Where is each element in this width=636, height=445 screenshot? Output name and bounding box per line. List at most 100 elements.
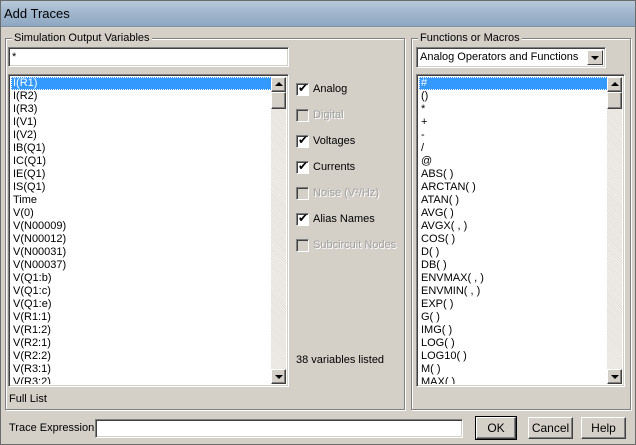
variable-count: 38 variables listed [296,354,385,366]
functions-scroll-up-button[interactable] [607,77,622,92]
variable-list-item[interactable]: V(N00037) [11,259,272,272]
variable-list-item[interactable]: IC(Q1) [11,155,272,168]
functions-listbox[interactable]: #() * + - / @ ABS( ) ARCTAN( ) ATAN( ) AVG( ) AVGX… [416,74,625,387]
function-list-item[interactable]: @ [419,155,608,168]
filter-checkbox[interactable]: ✔ [296,81,309,96]
variable-list-item[interactable]: V(Q1:b) [11,272,272,285]
filter-checkbox [296,108,309,122]
variables-scroll-down-button[interactable] [271,369,286,384]
variable-filter-box [8,47,289,67]
function-list-item[interactable]: COS( ) [419,233,608,246]
function-list-item[interactable]: M( ) [419,363,608,376]
function-list-item[interactable]: ARCTAN( ) [419,181,608,194]
variables-scroll-thumb[interactable] [271,92,286,109]
function-list-item[interactable]: IMG( ) [419,324,608,337]
filter-label: Subcircuit Nodes [313,239,397,251]
dialog-client: Simulation Output Variables I(R1)I(R2)I(… [1,28,635,444]
function-list-item[interactable]: ENVMAX( , ) [419,272,608,285]
arrow-up-icon [611,82,619,86]
functions-list[interactable]: #() * + - / @ ABS( ) ARCTAN( ) ATAN( ) AVG( ) AVGX… [419,77,608,384]
variable-list-item[interactable]: V(R1:1) [11,311,272,324]
output-variables-group-label: Simulation Output Variables [12,32,152,45]
variable-list-item[interactable]: I(V2) [11,129,272,142]
filter-checkbox [296,186,309,200]
variable-list-item[interactable]: V(R3:1) [11,363,272,376]
variable-list-item[interactable]: V(Q1:e) [11,298,272,311]
list-footer-label: Full List [9,393,47,405]
variable-list-item[interactable]: IE(Q1) [11,168,272,181]
trace-expression-box [95,419,463,438]
variable-list-item[interactable]: V(R2:1) [11,337,272,350]
variable-list-item[interactable]: IB(Q1) [11,142,272,155]
functions-group-label: Functions or Macros [418,32,522,45]
variable-list-item[interactable]: V(R1:2) [11,324,272,337]
filter-label: Noise (V²/Hz) [313,187,380,199]
function-list-item[interactable]: G( ) [419,311,608,324]
function-list-item[interactable]: AVG( ) [419,207,608,220]
filter-label: Analog [313,83,348,95]
checkmark-icon: ✔ [298,158,309,173]
filter-checkbox[interactable]: ✔ [296,132,309,148]
filter-option[interactable]: ✔ Voltages [296,132,356,148]
arrow-up-icon [275,82,283,86]
variable-list-item[interactable]: V(N00009) [11,220,272,233]
function-list-item[interactable]: ATAN( ) [419,194,608,207]
trace-expression-input[interactable] [96,420,462,437]
function-list-item[interactable]: # [419,77,608,90]
function-list-item[interactable]: / [419,142,608,155]
variables-list[interactable]: I(R1) I(R2) I(R3) I(V1) I(V2) IB(Q1) IC(Q1) IE(… [11,77,272,384]
variable-list-item[interactable]: V(N00031) [11,246,272,259]
arrow-down-icon [275,375,283,379]
variable-list-item[interactable]: I(R2) [11,90,272,103]
variable-list-item[interactable]: V(0) [11,207,272,220]
function-list-item[interactable]: + [419,116,608,129]
function-list-item[interactable]: EXP( ) [419,298,608,311]
title-bar[interactable]: Add Traces [1,1,635,27]
function-list-item[interactable]: DB( ) [419,259,608,272]
filter-checkbox[interactable]: ✔ [296,211,309,226]
functions-scrollbar[interactable] [607,77,622,384]
function-list-item[interactable]: D( ) [419,246,608,259]
filter-checkbox[interactable]: ✔ [296,158,309,174]
help-button[interactable]: Help [581,417,626,439]
arrow-down-icon [611,375,619,379]
trace-expression-label: Trace Expression: [9,422,98,434]
variables-listbox[interactable]: I(R1) I(R2) I(R3) I(V1) I(V2) IB(Q1) IC(Q1) IE(… [8,74,289,387]
filter-option[interactable]: ✔ Currents [296,158,355,174]
function-list-item[interactable]: LOG( ) [419,337,608,350]
variable-list-item[interactable]: V(R2:2) [11,350,272,363]
ok-button[interactable]: OK [475,416,517,440]
variables-scroll-up-button[interactable] [271,77,286,92]
function-list-item[interactable]: * [419,103,608,116]
functions-scroll-down-button[interactable] [607,369,622,384]
function-category-value: Analog Operators and Functions [420,51,579,63]
variable-list-item[interactable]: I(R3) [11,103,272,116]
cancel-button[interactable]: Cancel [528,417,573,439]
variable-list-item[interactable]: IS(Q1) [11,181,272,194]
variable-filter-input[interactable] [9,48,288,66]
variable-list-item[interactable]: Time [11,194,272,207]
function-list-item[interactable]: ABS( ) [419,168,608,181]
function-list-item[interactable]: - [419,129,608,142]
variables-scrollbar[interactable] [271,77,286,384]
function-list-item[interactable]: () [419,90,608,103]
filter-option[interactable]: ✔ Analog [296,81,348,96]
filter-label: Alias Names [313,213,375,225]
function-category-dropdown-button[interactable] [587,50,603,65]
function-list-item[interactable]: AVGX( , ) [419,220,608,233]
function-list-item[interactable]: ENVMIN( , ) [419,285,608,298]
variable-list-item[interactable]: V(N00012) [11,233,272,246]
add-traces-dialog: Add Traces Simulation Output Variables I… [0,0,636,445]
variable-list-item[interactable]: V(Q1:c) [11,285,272,298]
function-category-combo[interactable]: Analog Operators and Functions [416,47,606,68]
function-list-item[interactable]: MAX( ) [419,376,608,384]
variable-list-item[interactable]: I(R1) [11,77,272,90]
functions-scroll-thumb[interactable] [607,92,622,109]
variable-list-item[interactable]: V(R3:2) [11,376,272,384]
filter-option[interactable]: ✔ Alias Names [296,211,375,226]
filter-label: Digital [313,109,344,121]
filter-label: Voltages [313,135,356,147]
variable-list-item[interactable]: I(V1) [11,116,272,129]
function-list-item[interactable]: LOG10( ) [419,350,608,363]
checkmark-icon: ✔ [298,132,309,147]
